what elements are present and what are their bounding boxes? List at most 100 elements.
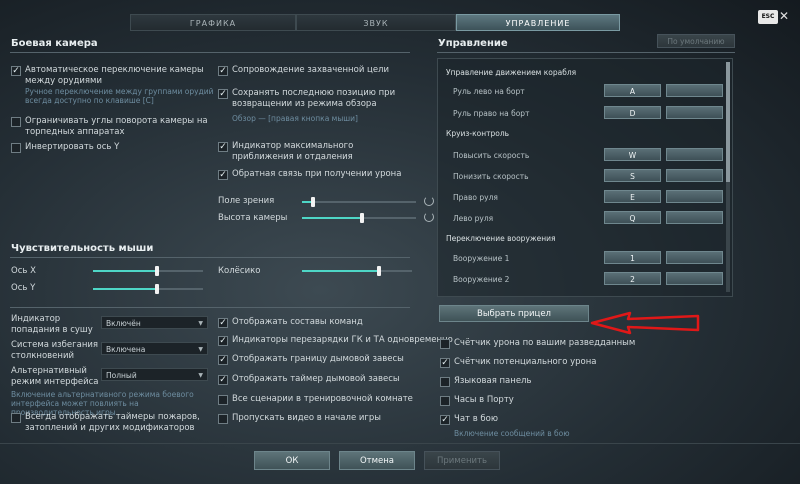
language-panel-checkbox[interactable] bbox=[440, 377, 450, 387]
axis-y-label: Ось Y bbox=[11, 283, 36, 293]
group-weapons-title: Переключение вооружения bbox=[446, 234, 556, 243]
keybind-primary[interactable]: D bbox=[604, 106, 661, 119]
language-panel-label: Языковая панель bbox=[454, 376, 532, 386]
hit-indicator-label: Индикатор попадания в сушу bbox=[11, 314, 93, 335]
fov-reset-icon[interactable] bbox=[424, 196, 434, 206]
smoke-checkbox[interactable]: ✓ bbox=[218, 355, 228, 365]
divider bbox=[437, 52, 735, 53]
alt-mode-select[interactable]: Полный ▼ bbox=[101, 368, 208, 381]
divider bbox=[0, 443, 800, 444]
close-icon[interactable]: ✕ bbox=[779, 9, 789, 23]
damage-feedback-checkbox[interactable]: ✓ bbox=[218, 170, 228, 180]
battle-chat-label: Чат в бою bbox=[454, 414, 498, 424]
auto-switch-note: Ручное переключение между группами оруди… bbox=[25, 87, 214, 105]
timers-label: Всегда отображать таймеры пожаров, затоп… bbox=[25, 412, 200, 433]
training-label: Все сценарии в тренировочной комнате bbox=[232, 394, 413, 404]
keybind-label: Понизить скорость bbox=[453, 172, 529, 181]
max-zoom-checkbox[interactable]: ✓ bbox=[218, 142, 228, 152]
keybind-secondary[interactable] bbox=[666, 106, 723, 119]
damage-feedback-label: Обратная связь при получении урона bbox=[232, 169, 402, 179]
skip-video-label: Пропускать видео в начале игры bbox=[232, 413, 381, 423]
camera-section-title: Боевая камера bbox=[11, 38, 98, 49]
wheel-slider[interactable] bbox=[302, 266, 412, 276]
divider bbox=[10, 52, 410, 53]
auto-switch-label: Автоматическое переключение камеры между… bbox=[25, 65, 204, 86]
default-button[interactable]: По умолчанию bbox=[657, 34, 735, 48]
timers-checkbox[interactable] bbox=[11, 413, 21, 423]
keybind-scrollbar[interactable] bbox=[726, 62, 730, 292]
keybind-secondary[interactable] bbox=[666, 190, 723, 203]
track-target-label: Сопровождение захваченной цели bbox=[232, 65, 390, 75]
keybind-secondary[interactable] bbox=[666, 251, 723, 264]
apply-button[interactable]: Применить bbox=[424, 451, 500, 470]
hit-indicator-select[interactable]: Включён ▼ bbox=[101, 316, 208, 329]
keybind-label: Вооружение 1 bbox=[453, 254, 510, 263]
axis-y-slider[interactable] bbox=[93, 284, 203, 294]
tab-graphics[interactable]: ГРАФИКА bbox=[130, 14, 296, 31]
alt-mode-label: Альтернативный режим интерфейса bbox=[11, 366, 99, 387]
axis-x-slider[interactable] bbox=[93, 266, 203, 276]
keybind-secondary[interactable] bbox=[666, 169, 723, 182]
keybind-label: Лево руля bbox=[453, 214, 494, 223]
group-cruise-title: Круиз-контроль bbox=[446, 129, 510, 138]
chevron-down-icon: ▼ bbox=[198, 346, 203, 353]
keybind-primary[interactable]: 1 bbox=[604, 251, 661, 264]
keybind-primary[interactable]: W bbox=[604, 148, 661, 161]
keybind-label: Повысить скорость bbox=[453, 151, 530, 160]
keybind-label: Руль право на борт bbox=[453, 109, 530, 118]
divider bbox=[10, 257, 410, 258]
smoke-timer-checkbox[interactable]: ✓ bbox=[218, 375, 228, 385]
keybind-secondary[interactable] bbox=[666, 211, 723, 224]
reload-checkbox[interactable]: ✓ bbox=[218, 336, 228, 346]
training-checkbox[interactable] bbox=[218, 395, 228, 405]
choose-sight-button[interactable]: Выбрать прицел bbox=[439, 305, 589, 322]
potential-damage-checkbox[interactable]: ✓ bbox=[440, 358, 450, 368]
track-target-checkbox[interactable]: ✓ bbox=[218, 66, 228, 76]
scrollbar-thumb[interactable] bbox=[726, 62, 730, 182]
height-slider[interactable] bbox=[302, 213, 416, 223]
team-comp-checkbox[interactable]: ✓ bbox=[218, 318, 228, 328]
keybind-primary[interactable]: 2 bbox=[604, 272, 661, 285]
height-reset-icon[interactable] bbox=[424, 212, 434, 222]
chevron-down-icon: ▼ bbox=[198, 320, 203, 327]
mouse-section-title: Чувствительность мыши bbox=[11, 243, 154, 254]
chat-note: Включение сообщений в бою bbox=[454, 429, 570, 438]
potential-damage-label: Счётчик потенциального урона bbox=[454, 357, 597, 367]
auto-switch-checkbox[interactable]: ✓ bbox=[11, 66, 21, 76]
keybind-label: Право руля bbox=[453, 193, 498, 202]
invert-y-label: Инвертировать ось Y bbox=[25, 142, 120, 152]
keybind-secondary[interactable] bbox=[666, 148, 723, 161]
ok-button[interactable]: ОК bbox=[254, 451, 330, 470]
invert-y-checkbox[interactable] bbox=[11, 143, 21, 153]
wheel-label: Колёсико bbox=[218, 266, 261, 276]
keybind-label: Вооружение 2 bbox=[453, 275, 510, 284]
keybind-primary[interactable]: E bbox=[604, 190, 661, 203]
keybind-secondary[interactable] bbox=[666, 272, 723, 285]
keybind-label: Руль лево на борт bbox=[453, 87, 525, 96]
save-position-checkbox[interactable]: ✓ bbox=[218, 89, 228, 99]
keybind-primary[interactable]: S bbox=[604, 169, 661, 182]
controls-section-title: Управление bbox=[438, 38, 508, 49]
red-arrow-annotation bbox=[590, 311, 700, 335]
fov-slider[interactable] bbox=[302, 197, 416, 207]
limit-angles-label: Ограничивать углы поворота камеры на тор… bbox=[25, 116, 208, 137]
keybind-secondary[interactable] bbox=[666, 84, 723, 97]
keybind-panel: Управление движением корабля Руль лево н… bbox=[437, 58, 733, 297]
smoke-label: Отображать границу дымовой завесы bbox=[232, 354, 404, 364]
tab-sound[interactable]: ЗВУК bbox=[296, 14, 456, 31]
keybind-primary[interactable]: A bbox=[604, 84, 661, 97]
skip-video-checkbox[interactable] bbox=[218, 414, 228, 424]
save-position-label: Сохранять последнюю позицию при возвраще… bbox=[232, 88, 396, 109]
port-clock-label: Часы в Порту bbox=[454, 395, 514, 405]
limit-angles-checkbox[interactable] bbox=[11, 117, 21, 127]
battle-chat-checkbox[interactable]: ✓ bbox=[440, 415, 450, 425]
keybind-primary[interactable]: Q bbox=[604, 211, 661, 224]
cancel-button[interactable]: Отмена bbox=[339, 451, 415, 470]
tab-controls[interactable]: УПРАВЛЕНИЕ bbox=[456, 14, 620, 31]
damage-scouted-checkbox[interactable] bbox=[440, 339, 450, 349]
fov-label: Поле зрения bbox=[218, 196, 275, 206]
collision-select[interactable]: Включена ▼ bbox=[101, 342, 208, 355]
axis-x-label: Ось X bbox=[11, 266, 36, 276]
damage-scouted-label: Счётчик урона по вашим разведданным bbox=[454, 338, 636, 348]
port-clock-checkbox[interactable] bbox=[440, 396, 450, 406]
